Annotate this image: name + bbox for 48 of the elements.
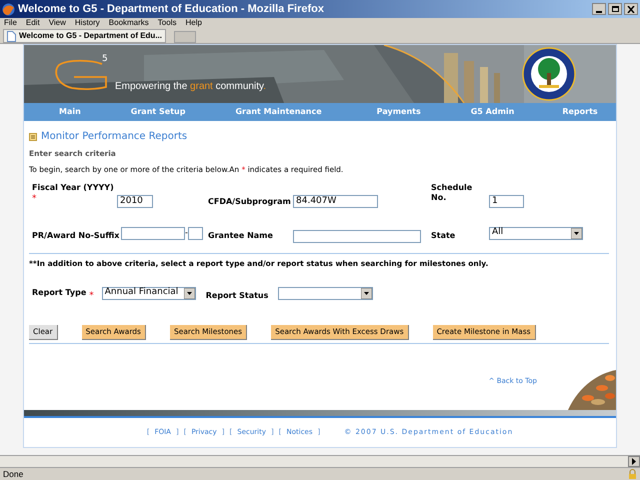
award-number-field[interactable] [121, 226, 185, 240]
browser-tab[interactable]: Welcome to G5 - Department of Edu... [3, 29, 166, 43]
fiscal-year-field[interactable]: 2010 [117, 195, 153, 208]
dropdown-arrow-icon [184, 288, 195, 298]
field-label: PR/Award No-Suffix [32, 231, 120, 240]
menu-item[interactable]: View [48, 17, 66, 29]
suffix-field[interactable] [188, 226, 203, 240]
seal-icon [522, 47, 576, 101]
logo-superscript: 5 [102, 53, 108, 66]
separator-text: - [185, 227, 188, 239]
maximize-button[interactable] [608, 3, 622, 15]
cfda-field[interactable]: 84.407W [293, 195, 378, 208]
dropdown-arrow-icon [361, 288, 372, 298]
report-icon [29, 133, 37, 141]
menu-item[interactable]: Help [185, 17, 202, 29]
right-arrow-icon [632, 458, 636, 465]
field-label: Schedule No. [431, 183, 474, 204]
field-label: Report Type [32, 288, 86, 298]
menu-item[interactable]: Tools [158, 17, 176, 29]
close-icon [627, 6, 635, 12]
report-status-select[interactable] [278, 286, 374, 300]
required-mark: * [32, 193, 38, 206]
horizontal-scrollbar[interactable] [0, 456, 628, 467]
padlock-icon [628, 469, 637, 479]
page-icon [7, 30, 16, 42]
menu-item[interactable]: Bookmarks [108, 17, 149, 29]
scroll-right-button[interactable] [628, 456, 640, 467]
window-title: Welcome to G5 - Department of Education - Mozilla Firefox [18, 2, 324, 17]
report-type-select[interactable]: Annual Financial [102, 286, 196, 300]
menu-item[interactable]: File [4, 17, 17, 29]
required-mark: * [89, 291, 94, 301]
tagline: Empowering the grant community. [115, 80, 266, 94]
minimize-button[interactable] [592, 3, 606, 15]
grantee-name-field[interactable] [293, 230, 421, 244]
globe-icon [2, 2, 15, 16]
page-heading: Monitor Performance Reports [41, 131, 188, 143]
dropdown-arrow-icon [571, 228, 582, 238]
field-label: State [431, 231, 456, 240]
schedule-field[interactable]: 1 [489, 195, 524, 208]
close-button[interactable] [624, 3, 638, 15]
state-select[interactable]: All [489, 226, 583, 240]
field-label: Fiscal Year (YYYY) [32, 183, 115, 193]
field-label: Grantee Name [208, 231, 273, 240]
field-label: CFDA/Subprogram [208, 197, 291, 206]
status-text: Done [3, 468, 24, 480]
field-label: Report Status [206, 291, 268, 300]
menu-item[interactable]: History [74, 17, 100, 29]
menu-item[interactable]: Edit [26, 17, 40, 29]
